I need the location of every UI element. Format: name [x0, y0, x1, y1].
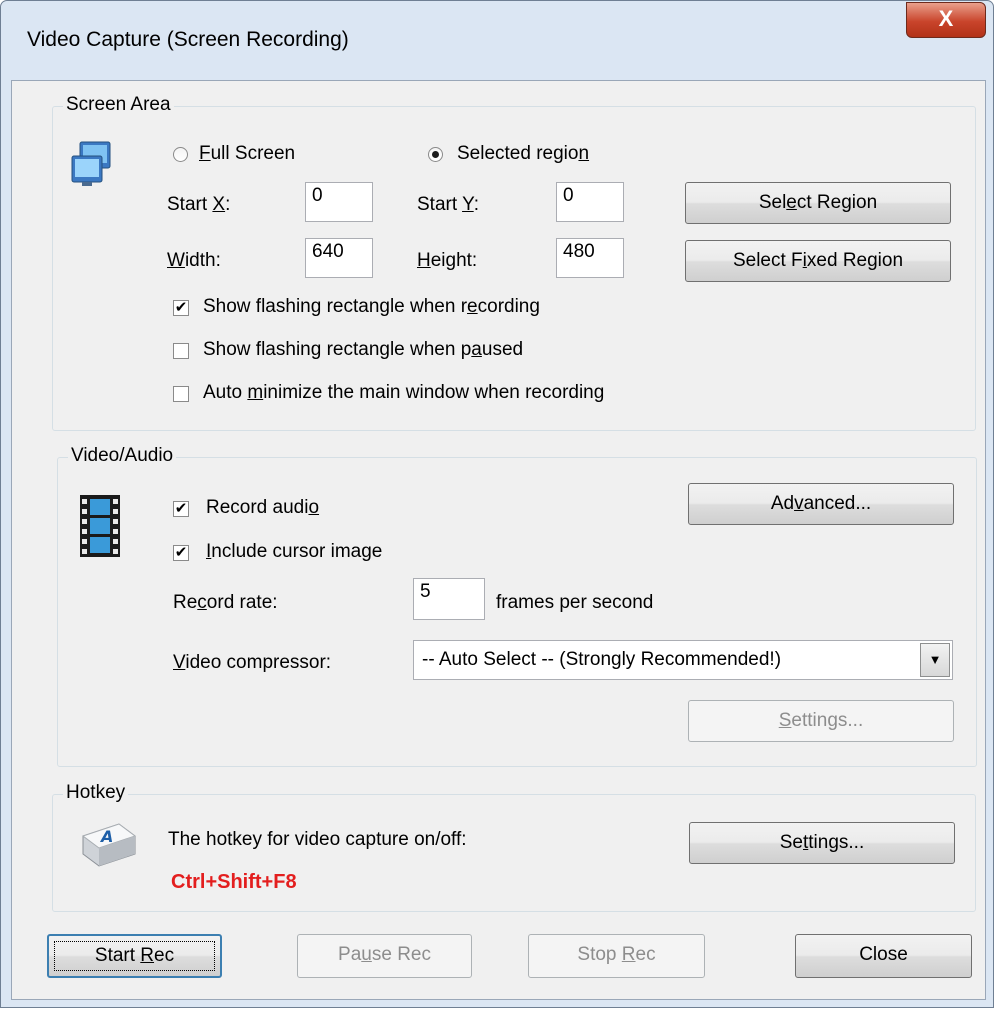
show-flash-recording-label: Show flashing rectangle when recording [203, 296, 540, 317]
select-fixed-region-button[interactable]: Select Fixed Region [685, 240, 951, 282]
video-audio-legend: Video/Audio [68, 445, 177, 467]
height-label: Height: [417, 250, 478, 271]
window-title: Video Capture (Screen Recording) [27, 28, 349, 51]
auto-minimize-checkbox[interactable] [173, 386, 189, 402]
width-label: Width: [167, 250, 221, 271]
selected-region-radio[interactable] [428, 147, 443, 162]
width-input[interactable]: 640 [305, 238, 373, 278]
film-icon [80, 495, 120, 557]
height-input[interactable]: 480 [556, 238, 624, 278]
select-region-button[interactable]: Select Region [685, 182, 951, 224]
selected-region-label: Selected region [457, 143, 590, 164]
video-audio-group: Video/Audio ✔ Record audio Advanced... ✔… [57, 445, 977, 767]
focus-rectangle [54, 941, 215, 971]
record-audio-label: Record audio [206, 497, 320, 518]
close-button[interactable]: Close [795, 934, 972, 978]
advanced-button[interactable]: Advanced... [688, 483, 954, 525]
compressor-settings-button[interactable]: Settings... [688, 700, 954, 742]
dialog-client-area: Screen Area Full Screen Selected region … [11, 80, 986, 1000]
full-screen-label: Full Screen [199, 143, 296, 164]
screen-area-group: Screen Area Full Screen Selected region … [52, 94, 976, 431]
record-rate-input[interactable]: 5 [413, 578, 485, 620]
include-cursor-label: Include cursor image [206, 541, 383, 562]
start-y-input[interactable]: 0 [556, 182, 624, 222]
hotkey-description: The hotkey for video capture on/off: [168, 829, 467, 850]
stop-rec-button[interactable]: Stop Rec [528, 934, 705, 978]
video-compressor-select[interactable]: -- Auto Select -- (Strongly Recommended!… [413, 640, 953, 680]
svg-text:A: A [99, 827, 113, 846]
video-capture-dialog: Video Capture (Screen Recording) X Scree… [0, 0, 994, 1008]
hotkey-group: Hotkey A The hotkey for video capture on… [52, 782, 976, 912]
close-window-button[interactable]: X [906, 2, 986, 38]
monitors-icon [71, 141, 111, 186]
include-cursor-checkbox[interactable]: ✔ [173, 545, 189, 561]
show-flash-recording-checkbox[interactable]: ✔ [173, 300, 189, 316]
video-compressor-value: -- Auto Select -- (Strongly Recommended!… [422, 649, 782, 670]
screen-area-legend: Screen Area [63, 94, 174, 116]
close-icon: X [938, 6, 954, 31]
title-bar: Video Capture (Screen Recording) X [1, 1, 993, 81]
start-rec-button[interactable]: Start Rec [47, 934, 222, 978]
auto-minimize-label: Auto minimize the main window when recor… [203, 382, 605, 403]
show-flash-paused-label: Show flashing rectangle when paused [203, 339, 524, 360]
hotkey-settings-button[interactable]: Settings... [689, 822, 955, 864]
full-screen-radio[interactable] [173, 147, 188, 162]
start-x-label: Start X: [167, 194, 231, 215]
pause-rec-button[interactable]: Pause Rec [297, 934, 472, 978]
hotkey-legend: Hotkey [63, 782, 129, 804]
start-y-label: Start Y: [417, 194, 479, 215]
keyboard-key-icon: A [81, 823, 137, 867]
start-x-input[interactable]: 0 [305, 182, 373, 222]
frames-per-second-label: frames per second [496, 592, 654, 613]
show-flash-paused-checkbox[interactable] [173, 343, 189, 359]
video-compressor-label: Video compressor: [173, 652, 332, 673]
hotkey-value: Ctrl+Shift+F8 [171, 871, 297, 893]
dropdown-arrow-icon[interactable]: ▼ [920, 643, 950, 677]
record-audio-checkbox[interactable]: ✔ [173, 501, 189, 517]
record-rate-label: Record rate: [173, 592, 278, 613]
